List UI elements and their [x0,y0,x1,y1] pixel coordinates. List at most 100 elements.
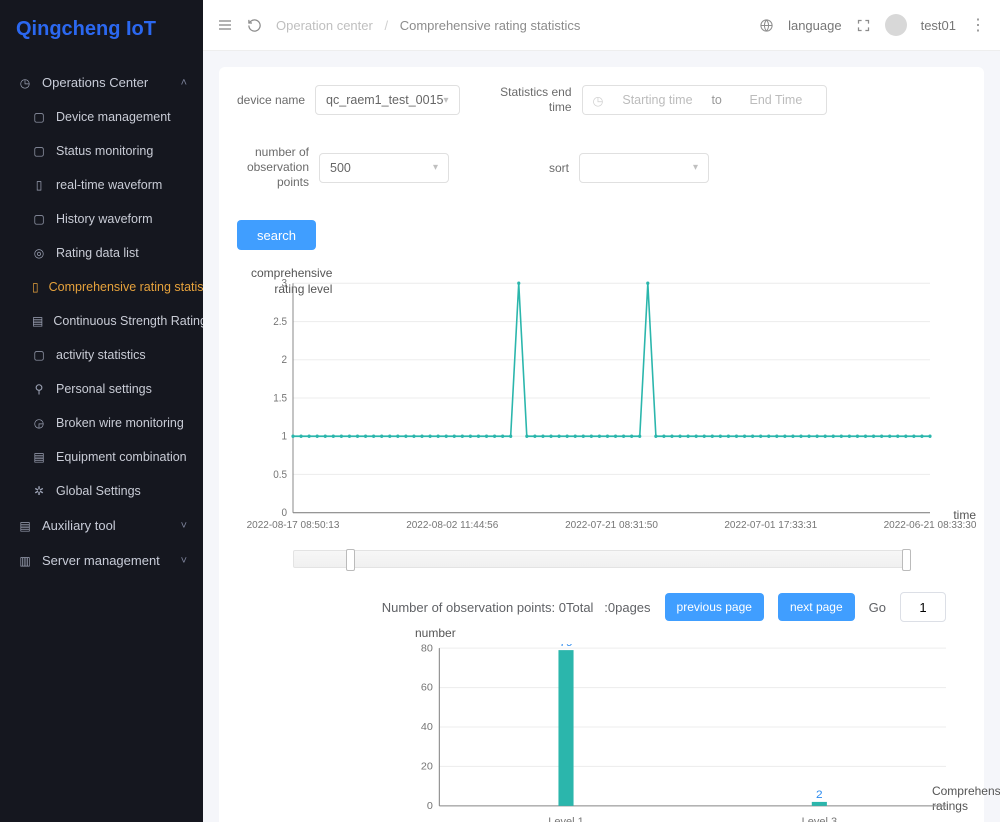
previous-page-button[interactable]: previous page [665,593,764,621]
range-handle-right[interactable] [902,549,911,571]
number-points-select[interactable]: 500 ▾ [319,153,449,183]
sidebar-item-broken-wire-monitoring[interactable]: ◶ Broken wire monitoring [0,406,203,440]
username[interactable]: test01 [921,18,956,33]
nav-item-label: History waveform [56,212,153,226]
sidebar-item-equipment-combination[interactable]: ▤Equipment combination [0,440,203,474]
nav-item-label: Equipment combination [56,450,187,464]
sidebar-item-continuous-strength-rating[interactable]: ▤ Continuous Strength Rating [0,304,203,338]
clock-icon: ◷ [18,76,32,90]
server-icon: ▥ [18,554,32,568]
svg-text:80: 80 [421,644,433,654]
nav-item-icon: ⚲ [32,382,46,396]
nav-item-icon: ▢ [32,144,46,158]
nav-group-operations-center[interactable]: ◷ Operations Center ˄ [0,65,203,100]
svg-text:2: 2 [281,355,287,367]
line-chart-x-tick: 2022-07-01 17:33:31 [724,520,817,531]
svg-text:20: 20 [421,761,433,773]
sidebar-item-comprehensive-rating-statistics[interactable]: ▯Comprehensive rating statistics [0,270,203,304]
line-chart-x-tick: 2022-07-21 08:31:50 [565,520,658,531]
nav-item-icon: ◶ [32,416,46,430]
pager-summary: Number of observation points: 0Total :0p… [382,600,651,615]
chevron-down-icon: ˅ [181,555,187,567]
go-page-input[interactable] [900,592,946,622]
sort-select[interactable]: ▾ [579,153,709,183]
field-device-name: device name qc_raem1_test_0015 ▾ [237,85,460,115]
line-chart: comprehensiverating level time 00.511.52… [237,280,966,540]
sort-label: sort [549,161,569,175]
number-points-value: 500 [330,161,351,175]
svg-text:2: 2 [816,788,823,801]
chevron-down-icon: ▾ [693,162,698,173]
search-button[interactable]: search [237,220,316,250]
line-chart-x-tick: 2022-06-21 08:33:30 [884,520,977,531]
sidebar-item-global-settings[interactable]: ✲Global Settings [0,474,203,508]
stats-end-time-label: Statistics end time [500,85,572,115]
start-time-placeholder: Starting time [617,93,697,107]
more-icon[interactable]: ⋮ [970,15,986,35]
nav-item-label: real-time waveform [56,178,162,192]
date-range-picker[interactable]: ◷ Starting time to End Time [582,85,827,115]
svg-text:79: 79 [559,644,572,649]
sidebar-item-status-monitoring[interactable]: ▢ Status monitoring [0,134,203,168]
go-label: Go [869,600,886,615]
nav-item-label: activity statistics [56,348,146,362]
app-logo: Qingcheng IoT [0,0,203,65]
nav-item-label: Continuous Strength Rating [53,314,203,328]
breadcrumb-separator: / [384,18,388,33]
globe-icon[interactable] [759,18,774,33]
nav-item-icon: ▤ [32,314,43,328]
end-time-placeholder: End Time [736,93,816,107]
device-name-select[interactable]: qc_raem1_test_0015 ▾ [315,85,459,115]
avatar[interactable] [885,14,907,36]
sidebar-item-personal-settings[interactable]: ⚲ Personal settings [0,372,203,406]
svg-text:2.5: 2.5 [273,316,287,328]
bar-chart-title: number [415,626,456,640]
fullscreen-icon[interactable] [856,18,871,33]
chevron-up-icon: ˄ [181,77,187,89]
refresh-icon[interactable] [247,18,262,33]
sidebar: Qingcheng IoT ◷ Operations Center ˄ ▢Dev… [0,0,203,822]
sidebar-item-rating-data-list[interactable]: ◎Rating data list [0,236,203,270]
bar-chart: number Comprehensiveratings 020406080792… [407,644,946,822]
nav-group-label: Auxiliary tool [42,518,116,533]
menu-toggle-icon[interactable] [217,17,233,33]
toolbox-icon: ▤ [18,519,32,533]
nav-group-server-management[interactable]: ▥ Server management ˅ [0,543,203,578]
sidebar-item-device-management[interactable]: ▢Device management [0,100,203,134]
nav-item-icon: ▯ [32,280,39,294]
nav-item-icon: ✲ [32,484,46,498]
nav-item-label: Broken wire monitoring [56,416,184,430]
time-range-slider[interactable] [293,550,910,568]
svg-text:0: 0 [281,508,287,520]
nav-item-icon: ◎ [32,246,46,260]
nav-group-auxiliary-tool[interactable]: ▤ Auxiliary tool ˅ [0,508,203,543]
sidebar-item-history-waveform[interactable]: ▢ History waveform [0,202,203,236]
line-chart-x-tick: 2022-08-17 08:50:13 [247,520,340,531]
nav-item-icon: ▢ [32,348,46,362]
nav-item-icon: ▢ [32,212,46,226]
range-handle-left[interactable] [346,549,355,571]
svg-text:1: 1 [281,431,287,443]
next-page-button[interactable]: next page [778,593,855,621]
language-label[interactable]: language [788,18,842,33]
sidebar-item-real-time-waveform[interactable]: ▯ real-time waveform [0,168,203,202]
nav-group-label: Operations Center [42,75,148,90]
breadcrumb-root[interactable]: Operation center [276,18,373,33]
to-label: to [711,93,721,107]
breadcrumb: Operation center / Comprehensive rating … [276,18,580,33]
nav-item-icon: ▯ [32,178,46,192]
sidebar-nav: ◷ Operations Center ˄ ▢Device management… [0,65,203,822]
content-card: device name qc_raem1_test_0015 ▾ Statist… [219,67,984,822]
svg-text:3: 3 [281,278,287,290]
nav-item-label: Personal settings [56,382,152,396]
nav-item-label: Status monitoring [56,144,153,158]
sidebar-item-activity-statistics[interactable]: ▢ activity statistics [0,338,203,372]
bar-chart-x-category: Level 3 [802,816,837,822]
chevron-down-icon: ▾ [433,162,438,173]
svg-text:0: 0 [427,800,433,810]
breadcrumb-current: Comprehensive rating statistics [400,18,581,33]
svg-text:1.5: 1.5 [273,393,287,405]
svg-text:60: 60 [421,682,433,694]
nav-item-icon: ▢ [32,110,46,124]
device-name-value: qc_raem1_test_0015 [326,93,443,107]
